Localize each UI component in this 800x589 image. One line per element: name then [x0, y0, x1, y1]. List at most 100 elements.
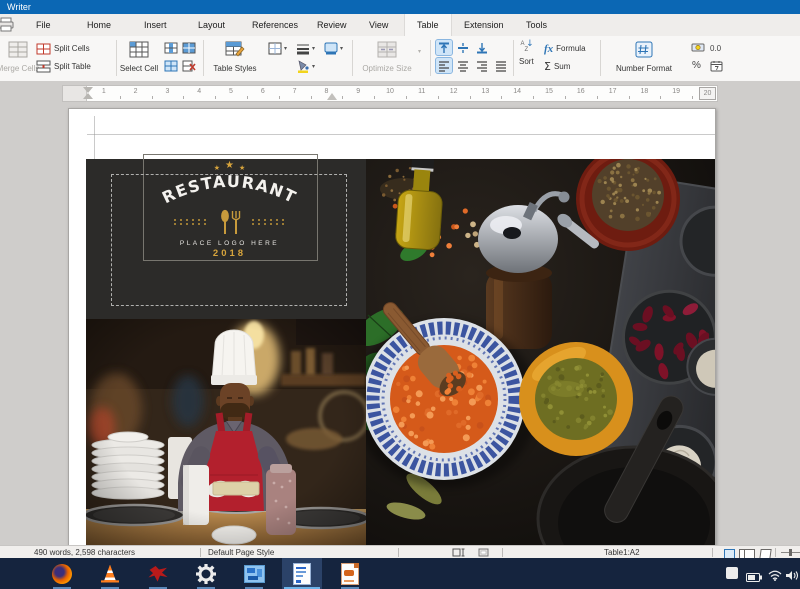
align-vertical-center-button[interactable] — [455, 40, 471, 55]
indent-marker-bottom[interactable] — [83, 93, 93, 99]
border-style-icon — [296, 42, 310, 55]
taskbar-red-app-button[interactable] — [138, 558, 178, 589]
percent-icon: % — [692, 60, 701, 71]
taskbar-settings-button[interactable] — [186, 558, 226, 589]
tab-insert[interactable]: Insert — [132, 14, 179, 36]
spices-photo[interactable] — [366, 159, 715, 545]
border-style-dropdown[interactable]: ▾ — [296, 40, 315, 56]
ruler-number: 14 — [513, 88, 521, 95]
logo-year: 2018 — [143, 248, 316, 259]
formula-icon: fx — [544, 43, 553, 55]
tab-table[interactable]: Table — [404, 14, 452, 36]
align-right-button[interactable] — [474, 58, 490, 73]
chef-photo[interactable] — [86, 319, 366, 545]
border-color-dropdown[interactable]: ▾ — [324, 40, 343, 56]
ruler-tick — [152, 96, 153, 99]
taskbar-photos-button[interactable] — [234, 558, 274, 589]
ruler-number: 15 — [545, 88, 553, 95]
ruler-tick — [501, 96, 502, 99]
chevron-down-icon: ▾ — [340, 45, 343, 52]
align-center-button[interactable] — [455, 58, 471, 73]
logo-image[interactable]: ★★★ RESTAURANT — [86, 151, 366, 319]
tab-tools[interactable]: Tools — [514, 14, 559, 36]
document-page[interactable]: ★★★ RESTAURANT — [68, 108, 716, 545]
sum-button[interactable]: Σ Sum — [544, 59, 570, 74]
ruler-number: 9 — [356, 88, 360, 95]
ruler-tick — [470, 96, 471, 99]
align-top-icon — [438, 42, 450, 54]
tab-review[interactable]: Review — [305, 14, 359, 36]
ruler-number: 12 — [450, 88, 458, 95]
taskbar-firefox-button[interactable] — [42, 558, 82, 589]
tab-view[interactable]: View — [357, 14, 400, 36]
taskbar-vlc-button[interactable] — [90, 558, 130, 589]
statusbar-separator — [712, 548, 713, 557]
select-column-button[interactable] — [163, 40, 179, 55]
table-cell-reference[interactable]: Table1:A2 — [604, 548, 640, 557]
delete-table-button[interactable] — [181, 58, 197, 73]
ruler-tick — [183, 96, 184, 99]
decimal-format-button[interactable]: 0.0 — [710, 41, 721, 56]
red-app-icon — [148, 565, 168, 583]
formula-button[interactable]: fx Formula — [544, 41, 586, 56]
select-table-icon — [164, 60, 178, 72]
ruler-band: 12345678910111213141516171819 20 — [0, 81, 800, 103]
align-left-button[interactable] — [436, 58, 452, 73]
status-bar: 490 words, 2,598 characters Default Page… — [0, 545, 800, 559]
optimize-size-dropdown[interactable]: ▾ — [418, 48, 421, 55]
tab-stop-marker[interactable] — [327, 93, 337, 100]
background-color-dropdown[interactable]: ▾ — [296, 58, 315, 74]
select-row-icon — [182, 42, 196, 54]
tab-layout[interactable]: Layout — [186, 14, 237, 36]
zoom-slider-handle[interactable] — [789, 549, 792, 556]
currency-format-button[interactable] — [690, 40, 706, 55]
page-style[interactable]: Default Page Style — [208, 548, 274, 557]
align-vertical-center-icon — [457, 42, 469, 54]
ruler-tick — [533, 96, 534, 99]
align-top-button[interactable] — [436, 40, 452, 55]
borders-dropdown[interactable]: ▾ — [268, 40, 287, 56]
battery-icon[interactable] — [746, 569, 762, 587]
print-icon[interactable] — [0, 17, 15, 33]
table-boundary-line — [87, 134, 715, 135]
date-format-button[interactable] — [708, 58, 724, 73]
sort-button[interactable]: A↓ Z Sort — [519, 41, 534, 66]
right-margin-indicator[interactable]: 20 — [699, 87, 716, 100]
tab-extension[interactable]: Extension — [452, 14, 516, 36]
tab-file[interactable]: File — [24, 14, 63, 36]
percent-format-button[interactable]: % — [692, 58, 701, 73]
taskbar — [0, 558, 800, 589]
number-format-button[interactable]: Number Format — [608, 38, 680, 78]
split-table-button[interactable]: Split Table — [36, 59, 91, 74]
ruler-tick — [279, 96, 280, 99]
select-column-icon — [164, 42, 178, 54]
select-table-button[interactable] — [163, 58, 179, 73]
horizontal-ruler[interactable]: 12345678910111213141516171819 20 — [62, 85, 718, 102]
taskbar-writer-button[interactable] — [282, 558, 322, 589]
application-window: Writer File Home Insert Layout Reference… — [0, 0, 800, 589]
tab-references[interactable]: References — [240, 14, 310, 36]
align-justify-button[interactable] — [493, 58, 509, 73]
optimize-size-button[interactable]: Optimize Size — [358, 38, 416, 78]
align-left-icon — [438, 60, 450, 72]
table-styles-button[interactable]: Table Styles — [207, 38, 263, 78]
document-workspace[interactable]: ★★★ RESTAURANT — [0, 103, 800, 545]
ruler-number: 1 — [102, 88, 106, 95]
select-cell-button[interactable]: Select Cell — [113, 38, 165, 78]
sum-icon: Σ — [544, 60, 551, 73]
impress-icon — [341, 563, 359, 585]
split-cells-button[interactable]: Split Cells — [36, 41, 90, 56]
align-bottom-button[interactable] — [474, 40, 490, 55]
volume-icon[interactable] — [786, 568, 799, 586]
statusbar-separator — [200, 548, 201, 557]
vlc-icon — [101, 565, 119, 583]
optimize-size-icon — [358, 41, 416, 63]
taskbar-impress-button[interactable] — [330, 558, 370, 589]
wifi-icon[interactable] — [768, 568, 782, 586]
touch-keyboard-icon[interactable] — [726, 567, 738, 579]
borders-icon — [268, 42, 282, 55]
ribbon-separator — [600, 40, 601, 76]
tab-home[interactable]: Home — [75, 14, 123, 36]
select-row-button[interactable] — [181, 40, 197, 55]
word-count[interactable]: 490 words, 2,598 characters — [34, 548, 135, 557]
